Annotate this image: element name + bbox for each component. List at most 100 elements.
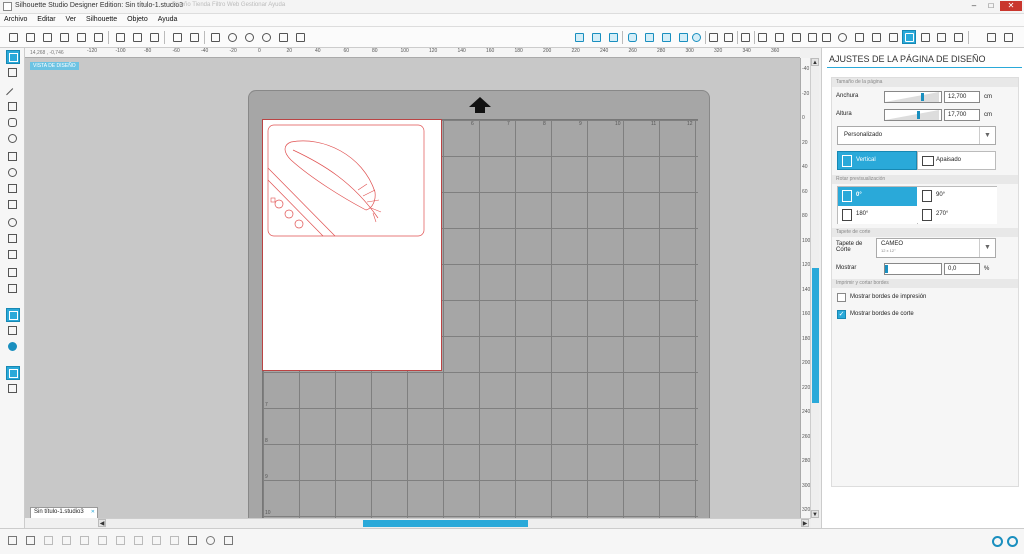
select-tool-icon[interactable] <box>6 50 20 64</box>
weld-icon[interactable] <box>96 534 110 548</box>
design-page[interactable] <box>262 119 442 371</box>
line-tool-icon[interactable] <box>6 84 20 101</box>
pattern-icon[interactable] <box>606 30 620 44</box>
zoom-drag-icon[interactable] <box>276 30 290 44</box>
mat-opacity-field[interactable]: 0,0 <box>944 263 980 275</box>
horizontal-scroll-thumb[interactable] <box>363 520 528 527</box>
ellipse-tool-icon[interactable] <box>6 132 20 146</box>
replicate-icon[interactable] <box>772 30 786 44</box>
print-icon[interactable] <box>91 30 105 44</box>
new-icon[interactable] <box>6 30 20 44</box>
eraser-tool-icon[interactable] <box>6 266 20 280</box>
menu-objeto[interactable]: Objeto <box>123 14 152 23</box>
bring-forward-icon[interactable] <box>132 534 146 548</box>
knife-icon[interactable] <box>1001 30 1015 44</box>
design-view-icon[interactable] <box>6 308 20 322</box>
curve-tool-icon[interactable] <box>6 166 20 180</box>
preferences-gear-icon[interactable] <box>1007 536 1018 547</box>
compound-path-icon[interactable] <box>42 534 56 548</box>
duplicate-icon[interactable] <box>78 534 92 548</box>
print-borders-checkbox[interactable] <box>837 293 846 302</box>
rounded-rect-tool-icon[interactable] <box>6 116 20 130</box>
scroll-left-arrow[interactable]: ◀ <box>98 519 106 527</box>
library-view-icon[interactable] <box>6 324 20 338</box>
menu-silhouette[interactable]: Silhouette <box>82 14 121 23</box>
dual-panel-icon[interactable] <box>6 382 20 396</box>
rotate-90-button[interactable]: 90° <box>918 187 997 206</box>
text-tool-icon[interactable] <box>6 248 20 262</box>
rotate-270-button[interactable]: 270° <box>918 206 997 224</box>
mat-opacity-slider[interactable] <box>884 263 942 275</box>
edit-points-icon[interactable] <box>6 66 20 80</box>
maximize-button[interactable]: □ <box>983 1 999 11</box>
undo-icon[interactable] <box>170 30 184 44</box>
orientation-vertical-button[interactable]: Vertical <box>837 151 917 170</box>
single-panel-icon[interactable] <box>6 366 20 380</box>
smooth-freehand-icon[interactable] <box>6 216 20 230</box>
knife-tool-icon[interactable] <box>6 282 20 296</box>
rectangle-tool-icon[interactable] <box>6 100 20 114</box>
page-setup-icon[interactable] <box>902 30 916 44</box>
zoom-in-icon[interactable] <box>225 30 239 44</box>
save-icon[interactable] <box>57 30 71 44</box>
line-color-icon[interactable] <box>642 30 656 44</box>
eraser-icon[interactable] <box>984 30 998 44</box>
freehand-tool-icon[interactable] <box>6 198 20 212</box>
rotate-180-button[interactable]: 180° <box>838 206 917 224</box>
registration-icon[interactable] <box>918 30 932 44</box>
mat-dropdown[interactable]: CAMEO 12 x 12" ▼ <box>876 238 996 258</box>
shape-pentagon-icon[interactable] <box>625 30 639 44</box>
cut-borders-checkbox[interactable]: ✓ <box>837 310 846 319</box>
align-icon[interactable] <box>706 30 720 44</box>
sketch-icon[interactable] <box>852 30 866 44</box>
close-tab-icon[interactable]: ✕ <box>91 509 95 515</box>
offset-icon[interactable] <box>805 30 819 44</box>
line-shape-icon[interactable] <box>676 30 690 44</box>
settings-gear-icon[interactable] <box>992 536 1003 547</box>
document-tab[interactable]: Sin título-1.studio3 ✕ <box>30 507 98 518</box>
rounded-icon[interactable] <box>689 30 703 44</box>
scroll-down-arrow[interactable]: ▼ <box>811 510 819 518</box>
page-icon[interactable] <box>869 30 883 44</box>
width-field[interactable]: 12,700 <box>944 91 980 103</box>
layers-icon[interactable] <box>886 30 900 44</box>
release-compound-icon[interactable] <box>60 534 74 548</box>
height-field[interactable]: 17,700 <box>944 109 980 121</box>
arc-tool-icon[interactable] <box>6 182 20 196</box>
fit-page-icon[interactable] <box>293 30 307 44</box>
vertical-scrollbar[interactable]: ▲ ▼ <box>810 58 819 518</box>
zoom-select-icon[interactable] <box>259 30 273 44</box>
send-backward-icon[interactable] <box>150 534 164 548</box>
save-library-icon[interactable] <box>74 30 88 44</box>
menu-editar[interactable]: Editar <box>33 14 59 23</box>
height-slider[interactable] <box>884 109 942 121</box>
spiral-icon[interactable] <box>204 534 218 548</box>
bring-front-icon[interactable] <box>168 534 182 548</box>
orientation-landscape-button[interactable]: Apaisado <box>917 151 996 170</box>
send-icon[interactable] <box>951 30 965 44</box>
menu-archivo[interactable]: Archivo <box>0 14 31 23</box>
transform-icon[interactable] <box>755 30 769 44</box>
gradient-icon[interactable] <box>589 30 603 44</box>
redo-icon[interactable] <box>187 30 201 44</box>
polygon-tool-icon[interactable] <box>6 150 20 164</box>
scroll-right-arrow[interactable]: ▶ <box>801 519 809 527</box>
store-icon[interactable] <box>6 340 20 354</box>
rotate-0-button[interactable]: 0° <box>838 187 917 206</box>
pentagon-tool-icon[interactable] <box>6 232 20 246</box>
close-button[interactable]: ✕ <box>1000 1 1022 11</box>
scroll-up-arrow[interactable]: ▲ <box>811 58 819 66</box>
modify-icon[interactable] <box>789 30 803 44</box>
open-icon[interactable] <box>23 30 37 44</box>
trace-icon[interactable] <box>819 30 833 44</box>
feather-card-artwork[interactable] <box>263 120 443 372</box>
menu-ayuda[interactable]: Ayuda <box>154 14 182 23</box>
text-style-icon[interactable] <box>738 30 752 44</box>
pan-icon[interactable] <box>208 30 222 44</box>
group-icon[interactable] <box>6 534 20 548</box>
fill-color-icon[interactable] <box>572 30 586 44</box>
copy-icon[interactable] <box>130 30 144 44</box>
cut-icon[interactable] <box>113 30 127 44</box>
delete-icon[interactable] <box>114 534 128 548</box>
cut-settings-icon[interactable] <box>934 30 948 44</box>
